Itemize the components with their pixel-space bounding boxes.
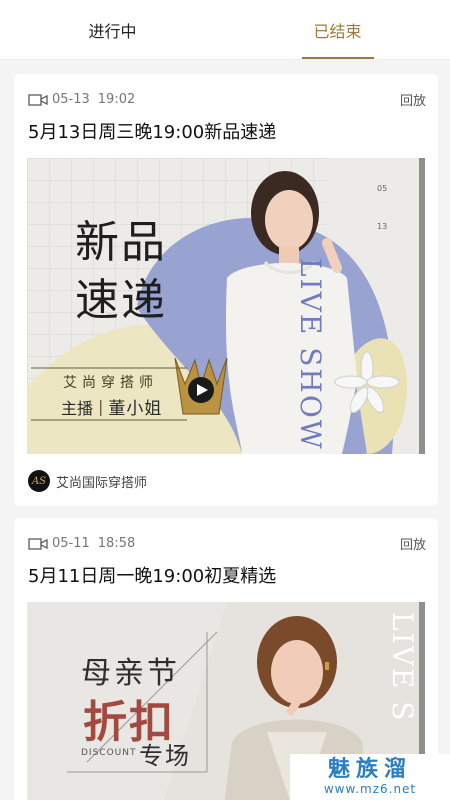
banner2-side-text: LIVE S [386,612,419,723]
live-card[interactable]: 05-13 19:02 回放 5月13日周三晚19:00新品速递 新品 速递 L… [14,74,438,506]
live-date: 05-11 [52,536,90,551]
watermark-brand: 魅族溜 [327,757,412,782]
live-banner[interactable]: 新品 速递 LIVE SHOW 05 13 艾尚穿搭师 主播 | 董小姐 [27,158,425,454]
banner-host-role: 主播 [61,398,94,418]
live-meta: 05-11 18:58 回放 [28,534,426,553]
video-camera-icon [28,93,48,106]
live-date: 05-13 [52,92,90,107]
host-row[interactable]: AS 艾尚国际穿搭师 [28,470,147,492]
banner-headline-2: 速递 [75,275,167,326]
live-meta: 05-13 19:02 回放 [28,90,426,109]
live-time: 18:58 [97,536,136,551]
site-watermark: 魅族溜 www.mz6.net [290,754,450,800]
banner-host-line: 主播 | 董小姐 [61,394,162,419]
watermark-url: www.mz6.net [323,782,417,796]
status-tabs: 进行中 已结束 [0,0,450,60]
host-name: 艾尚国际穿搭师 [56,475,148,491]
live-title: 5月11日周一晚19:00初夏精选 [28,566,277,587]
banner-small-date-1: 05 [377,184,388,193]
live-time: 19:02 [97,92,136,107]
banner-divider: | [98,397,104,416]
banner-headline-1: 新品 [75,217,167,268]
tab-ongoing[interactable]: 进行中 [0,0,225,59]
replay-button[interactable]: 回放 [400,534,426,553]
banner-host-name: 董小姐 [108,399,163,419]
banner-side-text: LIVE SHOW [294,258,327,451]
video-camera-icon [28,537,48,550]
banner-small-date-2: 13 [377,222,388,231]
replay-button[interactable]: 回放 [400,90,426,109]
banner2-discount-label: DISCOUNT [81,748,137,758]
banner2-headline-3: 专场 [139,742,191,770]
banner-tagline: 艾尚穿搭师 [63,375,158,391]
tab-ended[interactable]: 已结束 [225,0,450,59]
host-avatar: AS [28,470,50,492]
live-title: 5月13日周三晚19:00新品速递 [28,122,277,143]
